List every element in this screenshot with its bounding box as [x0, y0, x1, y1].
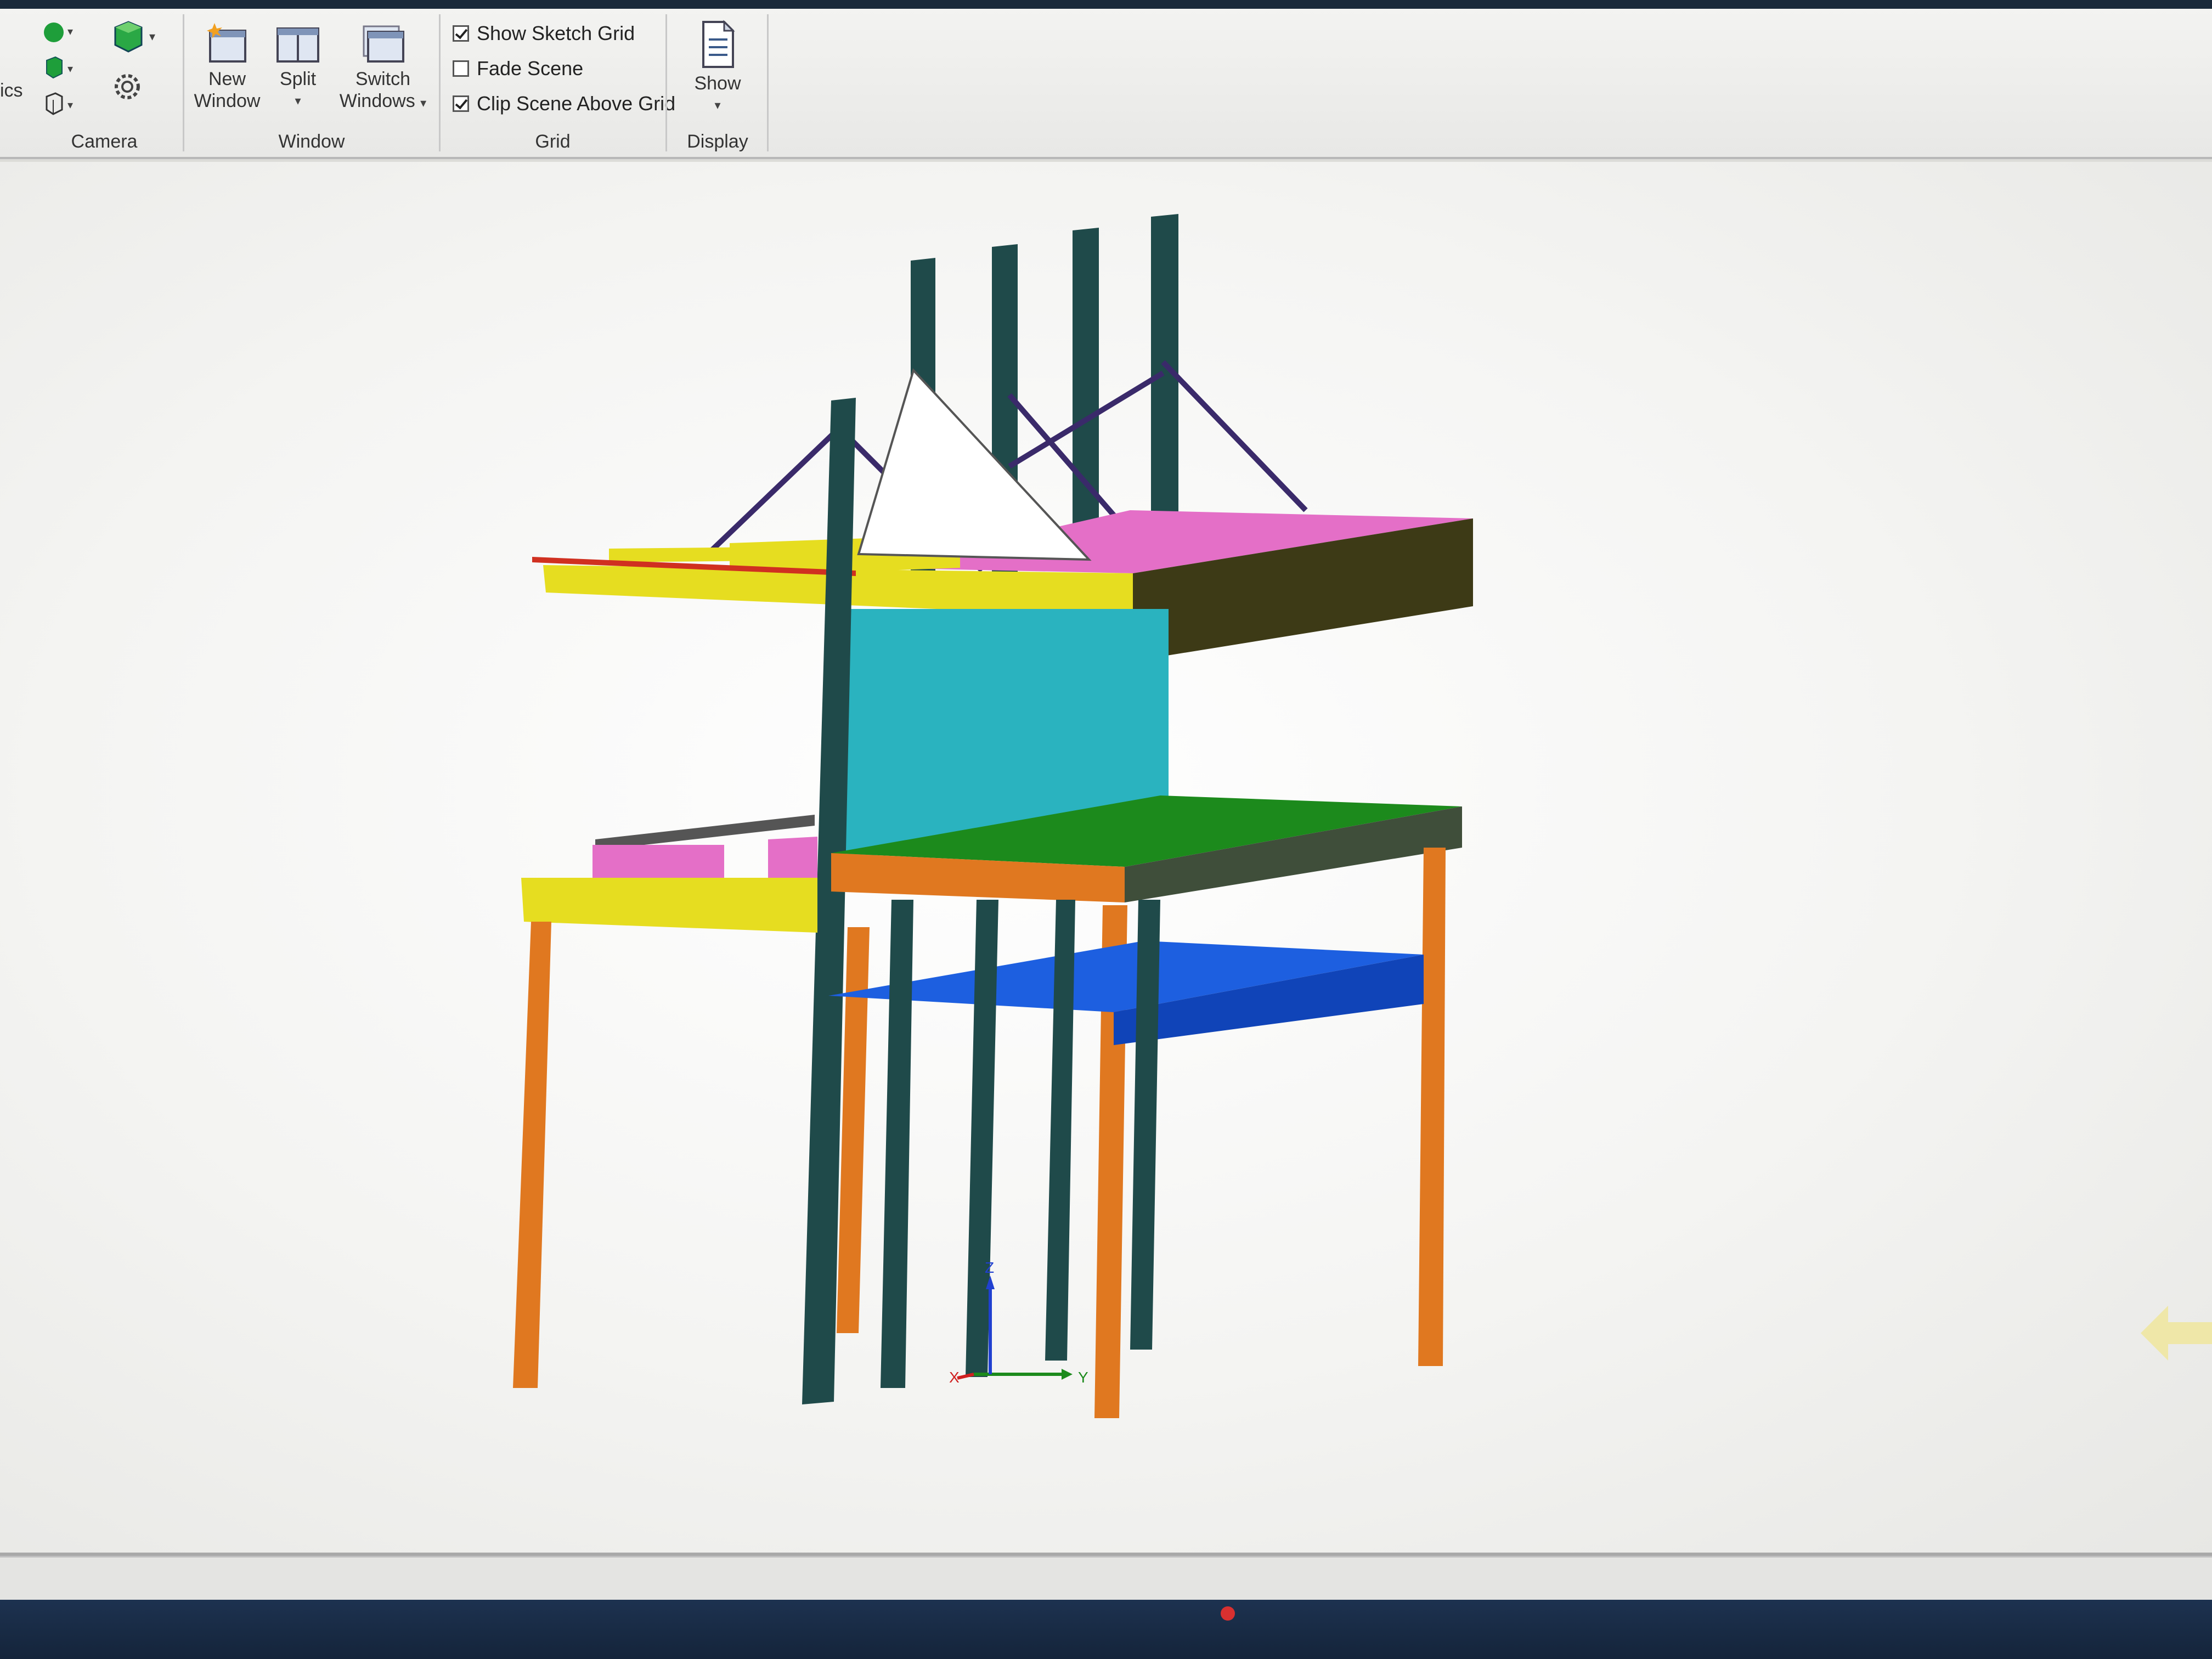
clip-scene-above-grid-checkbox[interactable]: Clip Scene Above Grid — [453, 92, 675, 115]
view-cube-button[interactable]: ▾ — [110, 19, 165, 60]
axis-x-label: X — [949, 1369, 960, 1386]
window-group: New Window Split ▾ Switch Windows ▾ Wind… — [185, 9, 438, 157]
camera-settings-gear-icon[interactable] — [110, 69, 148, 110]
table-leg[interactable] — [1418, 848, 1446, 1366]
triangle-gusset[interactable] — [857, 368, 1092, 561]
camera-group-label: Camera — [71, 131, 138, 152]
sphere-display-icon[interactable]: ▾ — [40, 19, 78, 49]
table-leg[interactable] — [513, 922, 551, 1388]
fade-scene-checkbox[interactable]: Fade Scene — [453, 57, 583, 80]
ribbon-separator — [665, 14, 667, 151]
wireframe-display-icon[interactable]: ▾ — [40, 90, 78, 120]
split-button[interactable]: Split ▾ — [268, 21, 328, 112]
cube-display-icon[interactable]: ▾ — [40, 54, 78, 84]
checkbox-checked-icon[interactable] — [453, 95, 469, 112]
show-button[interactable]: Show ▾ — [679, 20, 756, 116]
title-strip — [0, 0, 2212, 9]
grid-group: Show Sketch Grid Fade Scene Clip Scene A… — [442, 9, 675, 157]
document-list-icon — [702, 20, 735, 68]
windows-taskbar — [0, 1600, 2212, 1659]
switch-windows-button[interactable]: Switch Windows ▾ — [334, 21, 432, 114]
status-bar — [0, 1556, 2212, 1601]
ribbon-toolbar: ics ▾ ▾ ▾ ▾ Camera New Window Split ▾ Sw… — [0, 9, 2212, 159]
switch-windows-icon — [363, 25, 404, 63]
model-render: X Y Z — [513, 214, 1473, 1418]
axis-y-label: Y — [1078, 1369, 1088, 1386]
partial-group-label: ics — [0, 80, 23, 101]
window-group-label: Window — [278, 131, 345, 152]
ribbon-separator — [439, 14, 441, 151]
grid-group-label: Grid — [535, 131, 571, 152]
show-sketch-grid-checkbox[interactable]: Show Sketch Grid — [453, 22, 635, 45]
axis-z-label: Z — [985, 1259, 994, 1276]
svg-text:▾: ▾ — [67, 26, 73, 38]
post[interactable] — [881, 900, 913, 1388]
svg-text:▾: ▾ — [67, 63, 73, 75]
post[interactable] — [1073, 228, 1099, 562]
cad-application-window: ics ▾ ▾ ▾ ▾ Camera New Window Split ▾ Sw… — [0, 0, 2212, 1659]
svg-text:▾: ▾ — [67, 99, 73, 111]
taskbar-notification-icon[interactable] — [1221, 1606, 1235, 1621]
ribbon-separator — [183, 14, 184, 151]
new-window-icon — [207, 23, 246, 63]
new-window-button[interactable]: New Window — [189, 21, 266, 112]
split-view-icon — [276, 27, 319, 63]
checkbox-checked-icon[interactable] — [453, 25, 469, 42]
ribbon-separator — [767, 14, 769, 151]
checkbox-unchecked-icon[interactable] — [453, 60, 469, 77]
yellow-table-top[interactable] — [521, 878, 817, 933]
camera-group: ▾ ▾ ▾ ▾ Camera — [25, 9, 184, 157]
3d-viewport[interactable]: X Y Z — [0, 162, 2212, 1558]
collapse-arrow-icon[interactable] — [2135, 1300, 2212, 1366]
display-group-label: Display — [687, 131, 748, 152]
svg-text:▾: ▾ — [149, 30, 155, 43]
display-group: Show ▾ Display — [668, 9, 767, 157]
